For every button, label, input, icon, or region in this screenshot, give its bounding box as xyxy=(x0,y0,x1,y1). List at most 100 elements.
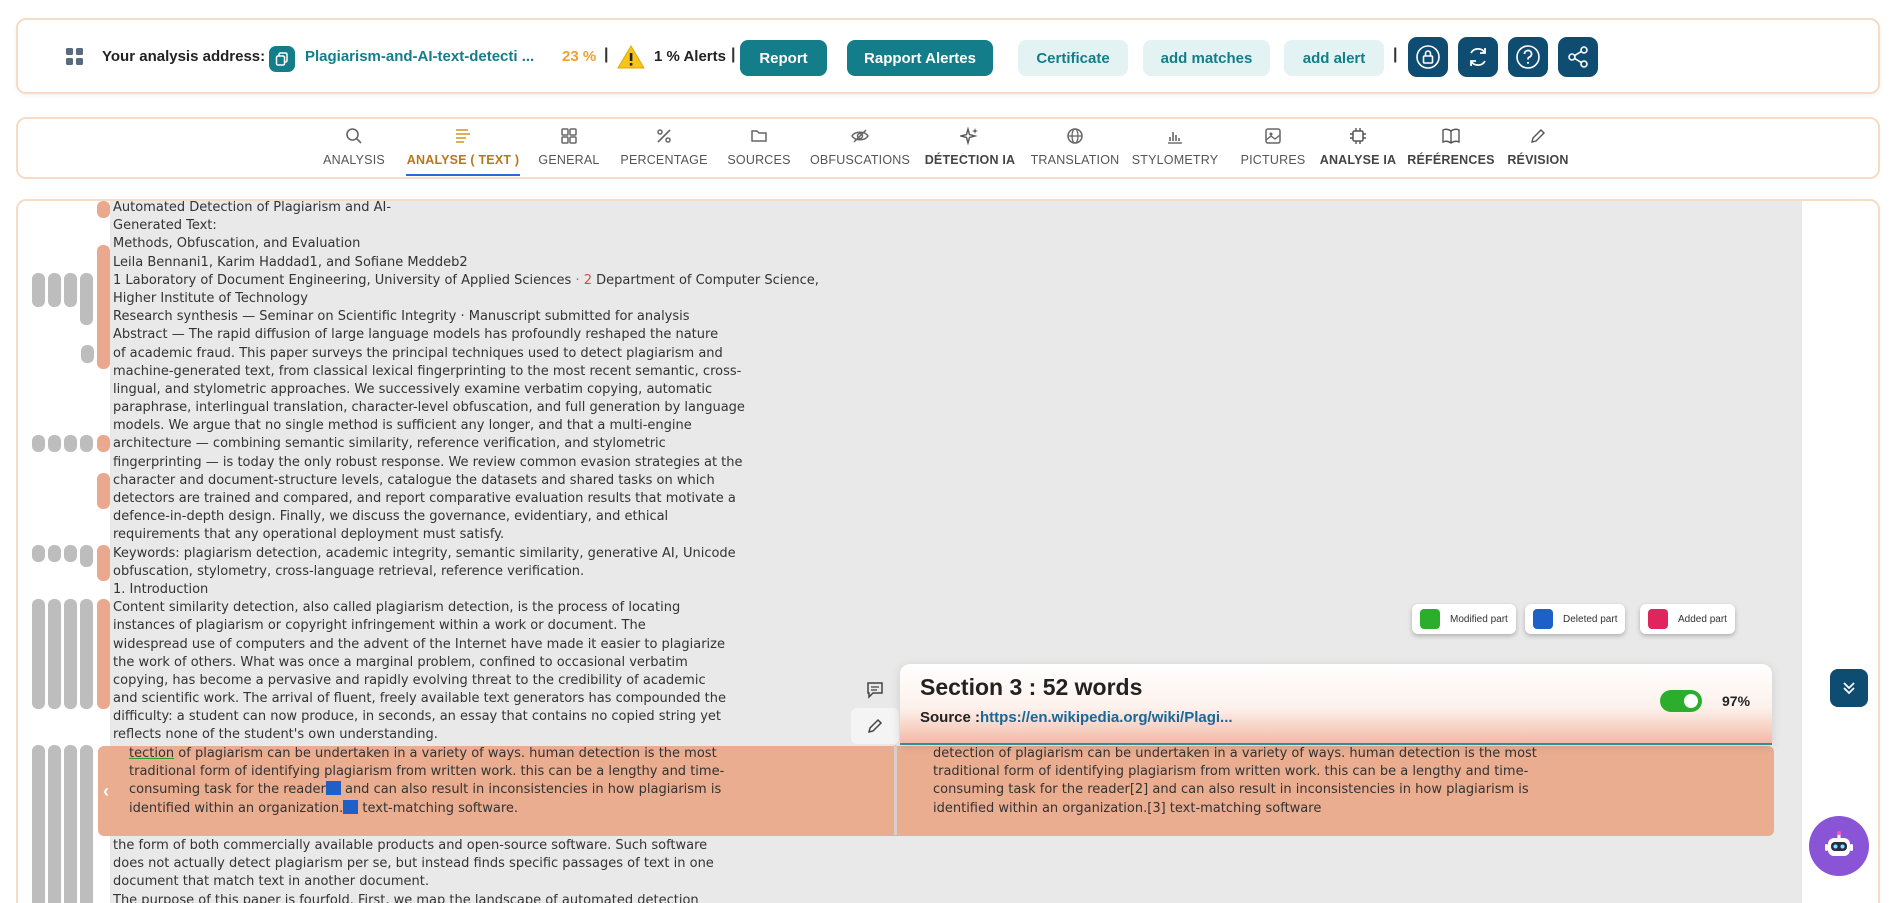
match-marker[interactable] xyxy=(64,745,77,903)
match-marker[interactable] xyxy=(48,273,61,307)
legend-modified: Modified part xyxy=(1412,604,1516,634)
percent-icon xyxy=(657,129,671,143)
match-marker[interactable] xyxy=(80,745,93,903)
tab-label: RÉFÉRENCES xyxy=(1407,153,1495,167)
match-marker[interactable] xyxy=(48,435,61,452)
tab-label: ANALYSIS xyxy=(323,153,385,167)
deleted-part-marker xyxy=(343,799,359,814)
match-marker[interactable] xyxy=(64,273,77,307)
highlight-text: of plagiarism can be undertaken in a var… xyxy=(174,746,717,761)
source-line: traditional form of identifying plagiari… xyxy=(933,764,1529,780)
match-marker[interactable] xyxy=(97,599,110,709)
document-link[interactable]: Plagiarism-and-AI-text-detecti ... xyxy=(305,48,534,65)
match-marker[interactable] xyxy=(64,545,77,562)
add-matches-button[interactable]: add matches xyxy=(1143,40,1270,76)
report-button[interactable]: Report xyxy=(740,40,827,76)
refresh-icon[interactable] xyxy=(1458,37,1498,77)
match-marker[interactable] xyxy=(97,435,110,452)
doc-line: 1 Laboratory of Document Engineering, Un… xyxy=(113,272,833,290)
document-text-continued: the form of both commercially available … xyxy=(113,837,833,903)
match-marker[interactable] xyxy=(81,345,94,363)
tab-revision[interactable]: RÉVISION xyxy=(1507,119,1568,177)
match-marker[interactable] xyxy=(80,273,93,325)
toggle-knob xyxy=(1684,694,1698,708)
match-marker[interactable] xyxy=(80,435,93,452)
globe-icon xyxy=(1067,128,1083,144)
tab-obfuscations[interactable]: OBFUSCATIONS xyxy=(809,119,911,177)
tab-percentage[interactable]: PERCENTAGE xyxy=(620,119,707,177)
modified-word: tection xyxy=(129,746,175,761)
chevron-left-icon[interactable]: ‹ xyxy=(103,781,109,802)
tab-analysis[interactable]: ANALYSIS xyxy=(323,119,385,177)
tab-sources[interactable]: SOURCES xyxy=(727,119,790,177)
tab-label: STYLOMETRY xyxy=(1131,153,1219,167)
tab-label: OBFUSCATIONS xyxy=(809,153,911,167)
image-icon xyxy=(1265,128,1281,144)
band-divider xyxy=(894,745,897,835)
certificate-button[interactable]: Certificate xyxy=(1018,40,1128,76)
match-marker[interactable] xyxy=(64,599,77,709)
tab-stylometry[interactable]: STYLOMETRY xyxy=(1130,119,1220,177)
match-marker[interactable] xyxy=(32,599,45,709)
match-marker[interactable] xyxy=(32,273,45,307)
add-alert-button[interactable]: add alert xyxy=(1284,40,1384,76)
tab-analyse-ia[interactable]: ANALYSE IA xyxy=(1320,119,1396,177)
pencil-icon xyxy=(1531,129,1545,143)
doc-line: Abstract — The rapid diffusion of large … xyxy=(113,327,719,343)
document-text: Automated Detection of Plagiarism and AI… xyxy=(113,199,833,745)
grid-icon[interactable] xyxy=(60,42,90,72)
doc-line: document that match text in another docu… xyxy=(113,874,429,890)
source-link[interactable]: https://en.wikipedia.org/wiki/Plagi... xyxy=(980,709,1233,726)
match-marker[interactable] xyxy=(32,545,45,562)
comment-icon[interactable] xyxy=(851,672,899,708)
match-marker[interactable] xyxy=(48,545,61,562)
source-label: Source : xyxy=(920,709,981,726)
match-tools xyxy=(851,672,901,744)
tab-translation[interactable]: TRANSLATION xyxy=(1027,119,1123,177)
tab-label: TRANSLATION xyxy=(1030,153,1120,167)
match-marker[interactable] xyxy=(97,245,110,369)
match-marker[interactable] xyxy=(97,201,110,218)
tab-pictures[interactable]: PICTURES xyxy=(1240,119,1306,177)
legend-label: Modified part xyxy=(1450,613,1508,625)
tab-general[interactable]: GENERAL xyxy=(538,119,599,177)
match-marker[interactable] xyxy=(48,745,61,903)
doc-line: lingual, and stylometric approaches. We … xyxy=(113,381,713,397)
highlight-text: text-matching software. xyxy=(358,800,519,816)
doc-line: the form of both commercially available … xyxy=(113,838,708,853)
assistant-bot-button[interactable] xyxy=(1809,816,1869,876)
tab-label: ANALYSE IA xyxy=(1319,153,1397,167)
match-marker[interactable] xyxy=(48,599,61,709)
tab-detection-ia[interactable]: DÉTECTION IA xyxy=(922,119,1018,177)
robot-icon xyxy=(1825,831,1853,856)
highlight-submitted-text: tection of plagiarism can be undertaken … xyxy=(129,745,889,818)
lock-icon[interactable] xyxy=(1408,37,1448,77)
warning-icon xyxy=(617,44,645,70)
help-icon[interactable] xyxy=(1508,37,1548,77)
doc-line: of academic fraud. This paper surveys th… xyxy=(113,345,723,361)
share-icon[interactable] xyxy=(1558,37,1598,77)
match-marker[interactable] xyxy=(32,435,45,452)
rapport-alertes-button[interactable]: Rapport Alertes xyxy=(847,40,993,76)
match-marker[interactable] xyxy=(97,545,110,581)
separator: | xyxy=(604,46,609,63)
doc-line: Keywords: plagiarism detection, academic… xyxy=(113,545,736,561)
tab-references[interactable]: RÉFÉRENCES xyxy=(1407,119,1495,177)
match-marker[interactable] xyxy=(80,545,93,567)
match-marker[interactable] xyxy=(80,599,93,709)
doc-line: detectors are trained and compared, and … xyxy=(113,491,736,506)
match-marker[interactable] xyxy=(64,435,77,452)
doc-line: Research synthesis — Seminar on Scientif… xyxy=(113,309,690,325)
section-toggle[interactable] xyxy=(1660,690,1702,712)
legend-swatch xyxy=(1420,609,1440,629)
copy-icon[interactable] xyxy=(269,46,295,72)
match-marker[interactable] xyxy=(97,473,110,509)
scroll-down-button[interactable] xyxy=(1830,669,1868,707)
edit-icon[interactable] xyxy=(851,708,899,744)
bar-chart-icon xyxy=(1168,132,1182,144)
source-line: detection of plagiarism can be undertake… xyxy=(933,746,1537,761)
doc-line: defence-in-depth design. Finally, we dis… xyxy=(113,509,669,525)
match-marker[interactable] xyxy=(32,745,45,903)
section-source: Source :https://en.wikipedia.org/wiki/Pl… xyxy=(920,709,1233,726)
tab-analyse-text[interactable]: ANALYSE ( TEXT ) xyxy=(406,119,520,177)
